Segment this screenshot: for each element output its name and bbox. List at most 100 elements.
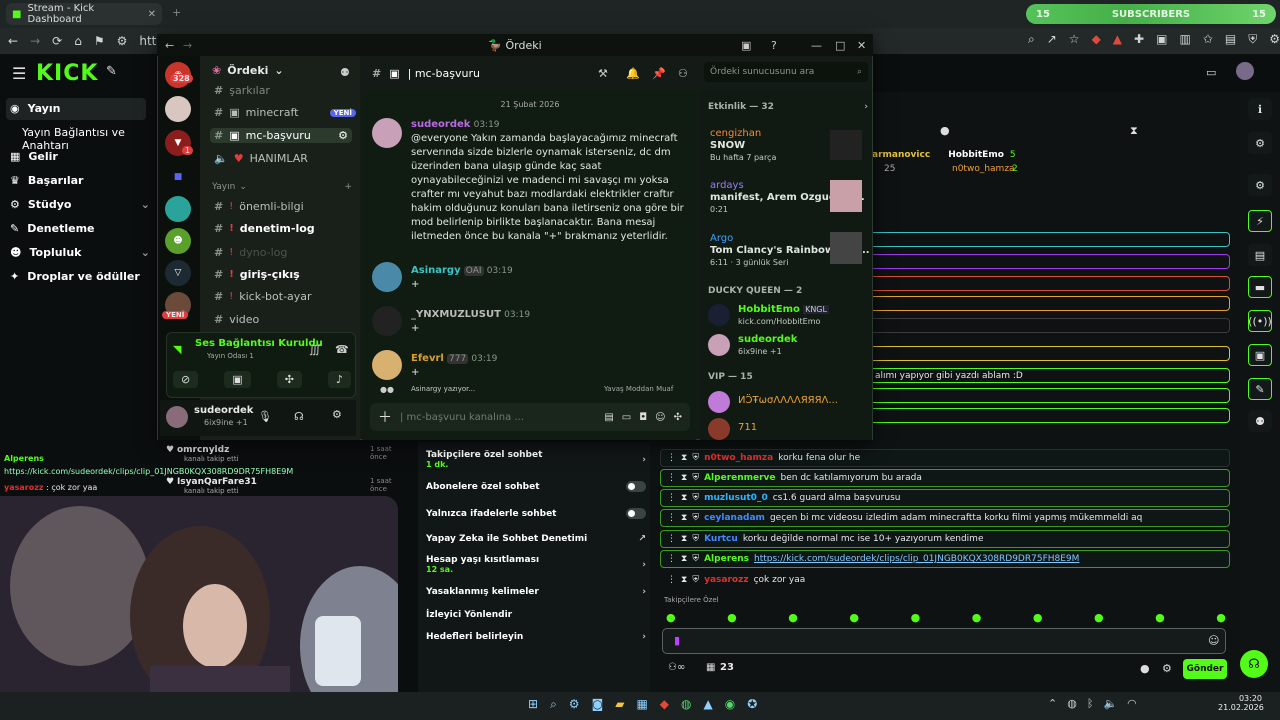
member-entry[interactable]: ИƆ̈ŦωσΛΛΛΛЯЯЯΛ... [738,395,838,407]
chat-username[interactable]: Alperenmerve [704,473,775,483]
option-banned-words[interactable]: Yasaklanmış kelimeler › [426,587,646,597]
avatar[interactable] [372,262,402,292]
member-entry[interactable]: 711 [738,422,757,434]
nav-item-droplar[interactable]: ✦ Droplar ve ödüller [10,270,150,283]
folder-icon[interactable]: ■ [165,164,191,190]
close-icon[interactable]: ✕ [857,39,866,52]
shield-icon[interactable]: ⛨ [692,554,699,564]
forward-icon[interactable]: → [183,39,192,52]
users-icon[interactable]: ⚉ [1248,410,1272,432]
option-followers-only[interactable]: Takipçilere özel sohbet 1 dk. › [426,450,646,469]
option-goals[interactable]: Hedefleri belirleyin › [426,632,646,642]
settings-icon[interactable]: ⚙ [338,129,348,142]
chat-username[interactable]: muzlusut0_0 [704,493,768,503]
timeout-icon[interactable]: ⧗ [681,513,687,523]
timeout-icon[interactable]: ⧗ [681,493,687,503]
chat-username[interactable]: n0two_hamza [704,453,773,463]
timeout-icon[interactable]: ⧗ [681,534,687,544]
server-icon[interactable] [165,96,191,122]
bluetooth-icon[interactable]: ᛒ [1087,697,1094,710]
emoji-icon[interactable]: ☺ [655,412,665,423]
nav-item-topluluk[interactable]: ☻ Topluluk ⌄ [10,246,150,259]
shield-icon[interactable]: ⛨ [692,493,699,503]
pin-icon[interactable]: ⋮ [667,493,676,503]
channel-minecraft[interactable]: # ▣ minecraft YENİ [214,106,356,119]
chat-username[interactable]: Alperens [704,554,749,564]
avatar[interactable] [708,334,730,356]
bell-icon[interactable]: 🔔 [626,67,640,80]
pin-icon[interactable]: ⋮ [667,534,676,544]
option-account-age[interactable]: Hesap yaşı kısıtlaması 12 sa. › [426,555,646,574]
back-icon[interactable]: ← [165,39,174,52]
category-header[interactable]: Yayın ⌄ + [212,182,352,192]
emote-icon[interactable]: ● [666,611,676,624]
message-composer[interactable]: ＋ | mc-başvuru kanalına ... ▤ ▭ ◘ ☺ ✣ [370,403,690,431]
new-tab-icon[interactable]: + [172,6,181,19]
member-entry[interactable]: sudeordek 6ix9ine +1 [738,334,797,358]
avatar[interactable] [166,406,188,428]
channel-video[interactable]: # video [214,313,356,326]
app-icon[interactable]: ▦ [636,697,647,712]
emote-icon[interactable]: ● [911,611,921,624]
apps-icon[interactable]: ✣ [674,412,682,423]
hourglass-icon[interactable]: ⧗ [1130,124,1138,138]
option-ai-moderation[interactable]: Yapay Zeka ile Sohbet Denetimi ↗ [426,534,646,544]
settings-icon[interactable]: ⚙ [1269,32,1280,47]
maximize-icon[interactable]: □ [835,39,845,52]
extensions-icon[interactable]: ✚ [1134,32,1144,47]
timeout-icon[interactable]: ⧗ [681,453,687,463]
waveform-icon[interactable]: ∭ [309,343,321,356]
chevron-up-icon[interactable]: ⌃ [1048,697,1057,710]
minimize-icon[interactable]: — [811,39,822,52]
chat-message[interactable]: ⋮ ⧗ ⛨ n0two_hamza korku fena olur he [660,449,1230,467]
discord-icon[interactable]: ◙ [592,697,604,712]
folder-icon[interactable]: ▰ [615,697,624,712]
wifi-icon[interactable]: ◠ [1127,697,1137,710]
wallet-icon[interactable]: ▤ [1225,32,1236,47]
app-icon[interactable]: ✪ [747,697,757,712]
timeout-icon[interactable]: ⧗ [681,473,687,483]
rail-mod-icon[interactable]: ⚙ [1248,174,1272,196]
members-icon[interactable]: ⚇ [678,67,688,80]
server-icon[interactable] [165,196,191,222]
nav-item-basarilar[interactable]: ♛ Başarılar [10,174,150,187]
channel-denetim-log[interactable]: #! denetim-log [214,222,356,235]
reload-icon[interactable]: ⟳ [52,34,62,48]
nav-item-studyo[interactable]: ⚙ Stüdyo ⌄ [10,198,150,211]
stack-icon[interactable]: ▤ [1248,244,1272,266]
shield-icon[interactable]: ◆ [1092,32,1101,47]
channel-onemli-bilgi[interactable]: #! önemli-bilgi [214,200,356,213]
zoom-icon[interactable]: ⌕ [1028,32,1035,47]
emote-icon[interactable]: ● [788,611,798,624]
message-author[interactable]: Efevrl [411,353,444,364]
chat-username[interactable]: yasarozz [704,575,748,585]
sidebar-icon[interactable]: ▥ [1179,32,1190,47]
shield-icon[interactable]: ⛨ [692,513,699,523]
support-icon[interactable]: ☊ [1240,650,1268,678]
inbox-icon[interactable]: ▣ [741,39,751,52]
gear-icon[interactable]: ⚙ [1162,662,1172,675]
gift-icon[interactable]: ▤ [604,412,613,423]
tv-icon[interactable]: ▭ [1206,66,1216,79]
screenshare-icon[interactable]: ▣ [224,371,251,388]
shield-icon[interactable]: ⛨ [692,575,699,585]
chat-icon[interactable]: ▬ [1248,276,1272,298]
camera-off-icon[interactable]: ⊘ [173,371,199,388]
viewers-icon[interactable]: ⚇∞ [668,662,685,673]
emote-icon[interactable]: ● [1155,611,1165,624]
message-author[interactable]: Asinargy [411,265,461,276]
share-icon[interactable]: ↗ [1047,32,1057,47]
emoji-icon[interactable]: ☺ [1208,634,1219,647]
chat-settings-icon[interactable]: ● [1140,662,1150,675]
activities-icon[interactable]: ✣ [276,371,302,388]
username[interactable]: sudeordek [194,405,253,416]
avatar[interactable] [372,350,402,380]
collections-icon[interactable]: ▣ [1156,32,1167,47]
channel-kick-bot-ayar[interactable]: #! kick-bot-ayar [214,290,356,303]
server-icon[interactable]: ▽ [165,260,191,286]
server-icon[interactable]: ☻ [165,228,191,254]
info-icon[interactable]: ℹ [1248,98,1272,120]
pin-icon[interactable]: ⋮ [667,513,676,523]
message-author[interactable]: _YNXMUZLUSUT [411,309,501,320]
member-entry[interactable]: HobbitEmo KNGL kick.com/HobbitEmo [738,304,829,328]
